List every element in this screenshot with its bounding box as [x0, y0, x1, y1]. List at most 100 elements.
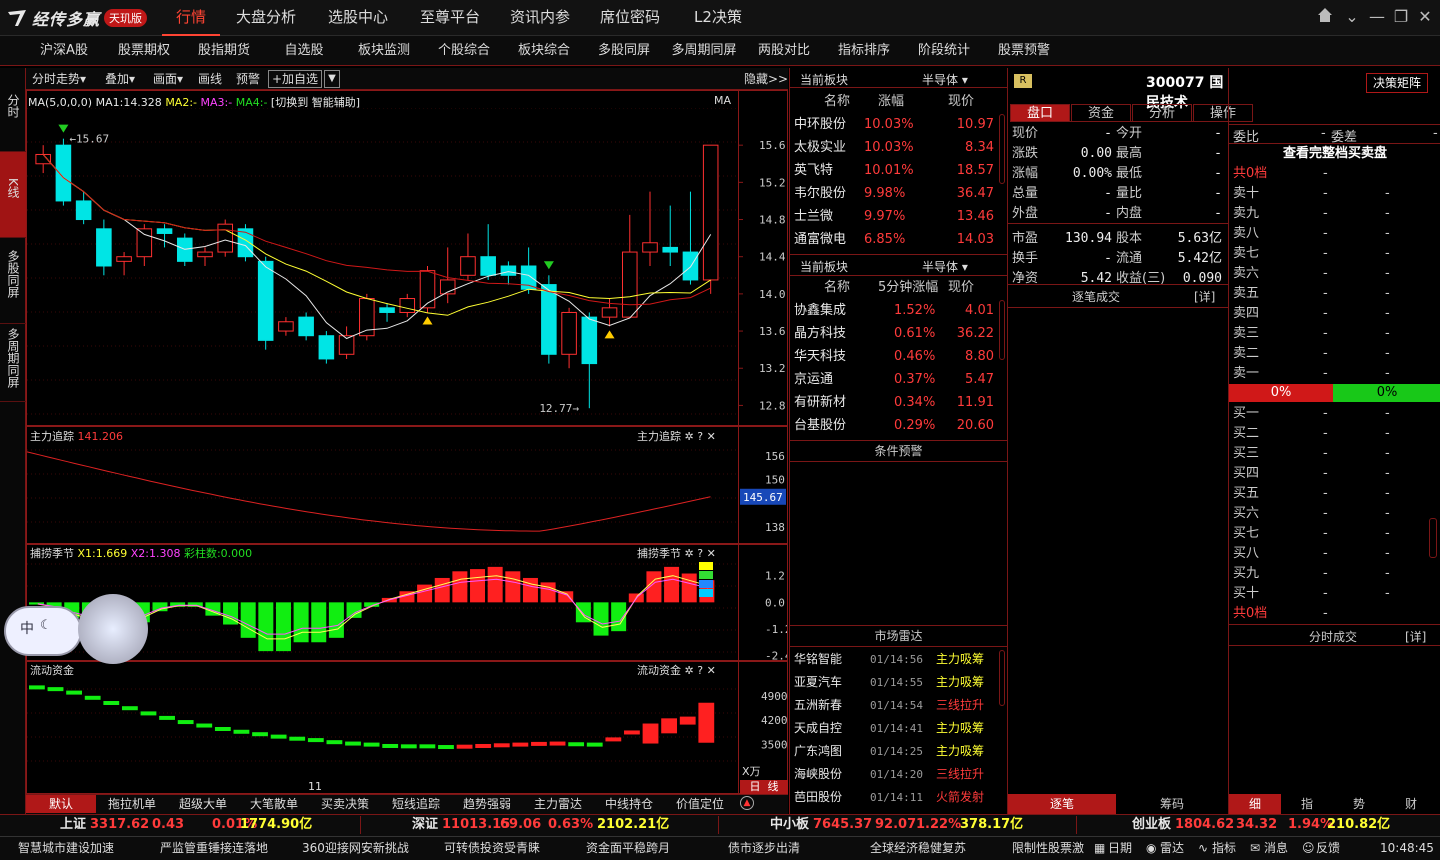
indicator-tab-6[interactable]: 趋势强弱: [452, 795, 522, 813]
sub-nav-8[interactable]: 多周期同屏: [664, 36, 744, 66]
tick-title[interactable]: 逐笔成交: [1072, 288, 1120, 305]
alert-button[interactable]: 预警: [236, 68, 260, 90]
candle[interactable]: [278, 317, 294, 336]
detail-tab-2[interactable]: 势: [1333, 794, 1385, 814]
tick-detail-link[interactable]: [详]: [1194, 288, 1215, 305]
detail-tab-0[interactable]: 细: [1229, 794, 1281, 814]
fenshi-title[interactable]: 分时成交: [1309, 628, 1357, 645]
candle[interactable]: [460, 233, 476, 280]
indicator-tab-1[interactable]: 拖拉机单: [97, 795, 167, 813]
candle[interactable]: [480, 224, 496, 280]
candle[interactable]: [662, 205, 679, 266]
column-header[interactable]: 涨幅: [878, 90, 904, 113]
menu-chevron-icon[interactable]: ⌄: [1341, 6, 1363, 28]
indicator-tab-9[interactable]: 价值定位: [665, 795, 735, 813]
radar-item[interactable]: 芭田股份 01/14:11 火箭发射: [790, 786, 1000, 809]
news-item[interactable]: 限制性股票激: [1012, 838, 1084, 858]
detail-tab-3[interactable]: 财: [1385, 794, 1437, 814]
candle[interactable]: [581, 312, 598, 409]
column-header[interactable]: 5分钟涨幅: [878, 276, 938, 299]
candle[interactable]: [702, 144, 719, 294]
tab-kline[interactable]: K线: [0, 152, 26, 238]
indicator-tab-0[interactable]: 默认: [26, 795, 96, 813]
column-header[interactable]: 现价: [948, 90, 974, 113]
candle[interactable]: [642, 191, 658, 266]
draw-line-button[interactable]: 画线: [198, 68, 222, 90]
add-fav-chevron-icon[interactable]: ▼: [324, 70, 340, 88]
news-item[interactable]: 严监管重锤接连落地: [160, 838, 268, 858]
tab-fenshi[interactable]: 分时: [0, 68, 26, 152]
candle[interactable]: [541, 275, 557, 364]
scrollbar[interactable]: [999, 650, 1005, 706]
radar-item[interactable]: 五洲新春 01/14:54 三线拉升: [790, 694, 1000, 717]
candle[interactable]: [338, 326, 355, 359]
indicator-tab-5[interactable]: 短线追踪: [381, 795, 451, 813]
news-item[interactable]: 债市逐步出清: [728, 838, 800, 858]
home-icon[interactable]: [1314, 6, 1336, 28]
stock-tab-1[interactable]: 资金: [1071, 104, 1131, 122]
stock-tab-0[interactable]: 盘口: [1010, 104, 1070, 122]
indicator-tab-3[interactable]: 大笔散单: [239, 795, 309, 813]
avatar[interactable]: [78, 594, 148, 664]
news-item[interactable]: 全球经济稳健复苏: [870, 838, 966, 858]
tab-zhubi[interactable]: 逐笔: [1008, 794, 1116, 814]
candle[interactable]: [379, 303, 395, 322]
candle[interactable]: [35, 145, 51, 174]
candle[interactable]: [217, 219, 234, 257]
kline-chart[interactable]: ←15.67 12.77→: [27, 108, 739, 424]
candle[interactable]: [116, 252, 132, 276]
scrollbar[interactable]: [1429, 518, 1437, 558]
top-nav-1[interactable]: 大盘分析: [220, 0, 312, 36]
list-item[interactable]: 华天科技 0.46% 8.80: [790, 345, 1000, 368]
list-item[interactable]: 英飞特 10.01% 18.57: [790, 159, 1000, 182]
column-header[interactable]: 名称: [824, 90, 850, 113]
period-toggle[interactable]: 日 线: [740, 780, 788, 794]
list-item[interactable]: 太极实业 10.03% 8.34: [790, 136, 1000, 159]
sub-nav-4[interactable]: 板块监测: [344, 36, 424, 66]
radar-item[interactable]: 海峡股份 01/14:20 三线拉升: [790, 763, 1000, 786]
sub-nav-11[interactable]: 阶段统计: [904, 36, 984, 66]
liudong-chart[interactable]: [27, 675, 739, 779]
list-item[interactable]: 有研新材 0.34% 11.91: [790, 391, 1000, 414]
candle[interactable]: [359, 293, 375, 341]
column-header[interactable]: 名称: [824, 276, 850, 299]
tab-multi-stock[interactable]: 多股同屏: [0, 238, 26, 324]
fenshi-detail-link[interactable]: [详]: [1405, 628, 1426, 645]
list-item[interactable]: 晶方科技 0.61% 36.22: [790, 322, 1000, 345]
top-nav-0[interactable]: 行情: [162, 0, 220, 36]
floating-widget[interactable]: 中 ☾: [4, 606, 82, 656]
radar-item[interactable]: 亚夏汽车 01/14:55 主力吸筹: [790, 671, 1000, 694]
list-item[interactable]: 中环股份 10.03% 10.97: [790, 113, 1000, 136]
tray-2[interactable]: 指标: [1212, 838, 1236, 858]
list-item[interactable]: 京运通 0.37% 5.47: [790, 368, 1000, 391]
news-item[interactable]: 资金面平稳跨月: [586, 838, 670, 858]
candle[interactable]: [96, 219, 112, 276]
sub-nav-3[interactable]: 自选股: [264, 36, 344, 66]
news-item[interactable]: 360迎接网安新挑战: [302, 838, 409, 858]
top-nav-2[interactable]: 选股中心: [312, 0, 404, 36]
list-item[interactable]: 士兰微 9.97% 13.46: [790, 205, 1000, 228]
indicator-icon[interactable]: ∿: [1198, 838, 1212, 858]
tab-multi-period[interactable]: 多周期同屏: [0, 324, 26, 402]
indicator-tab-4[interactable]: 买卖决策: [310, 795, 380, 813]
detail-tab-1[interactable]: 指: [1281, 794, 1333, 814]
top-nav-3[interactable]: 至尊平台: [404, 0, 496, 36]
candle[interactable]: [237, 224, 254, 262]
minimize-icon[interactable]: —: [1366, 6, 1388, 28]
calendar-icon[interactable]: ▦: [1094, 838, 1108, 858]
sub-nav-9[interactable]: 两股对比: [744, 36, 824, 66]
scrollbar[interactable]: [999, 300, 1005, 360]
radar-item[interactable]: 天成自控 01/14:41 主力吸筹: [790, 717, 1000, 740]
candle[interactable]: [197, 247, 213, 266]
market-radar-header[interactable]: 市场雷达: [790, 625, 1007, 647]
condition-alert-header[interactable]: 条件预警: [790, 440, 1007, 462]
sector-dropdown[interactable]: 半导体 ▾: [922, 71, 968, 88]
sub-nav-10[interactable]: 指标排序: [824, 36, 904, 66]
radar-item[interactable]: 华铭智能 01/14:56 主力吸筹: [790, 648, 1000, 671]
close-icon[interactable]: ✕: [1414, 6, 1436, 28]
tray-1[interactable]: 雷达: [1160, 838, 1184, 858]
scrollbar[interactable]: [999, 114, 1005, 184]
top-nav-5[interactable]: 席位密码: [584, 0, 676, 36]
tray-0[interactable]: 日期: [1108, 838, 1132, 858]
indicator-tab-8[interactable]: 中线持仓: [594, 795, 664, 813]
